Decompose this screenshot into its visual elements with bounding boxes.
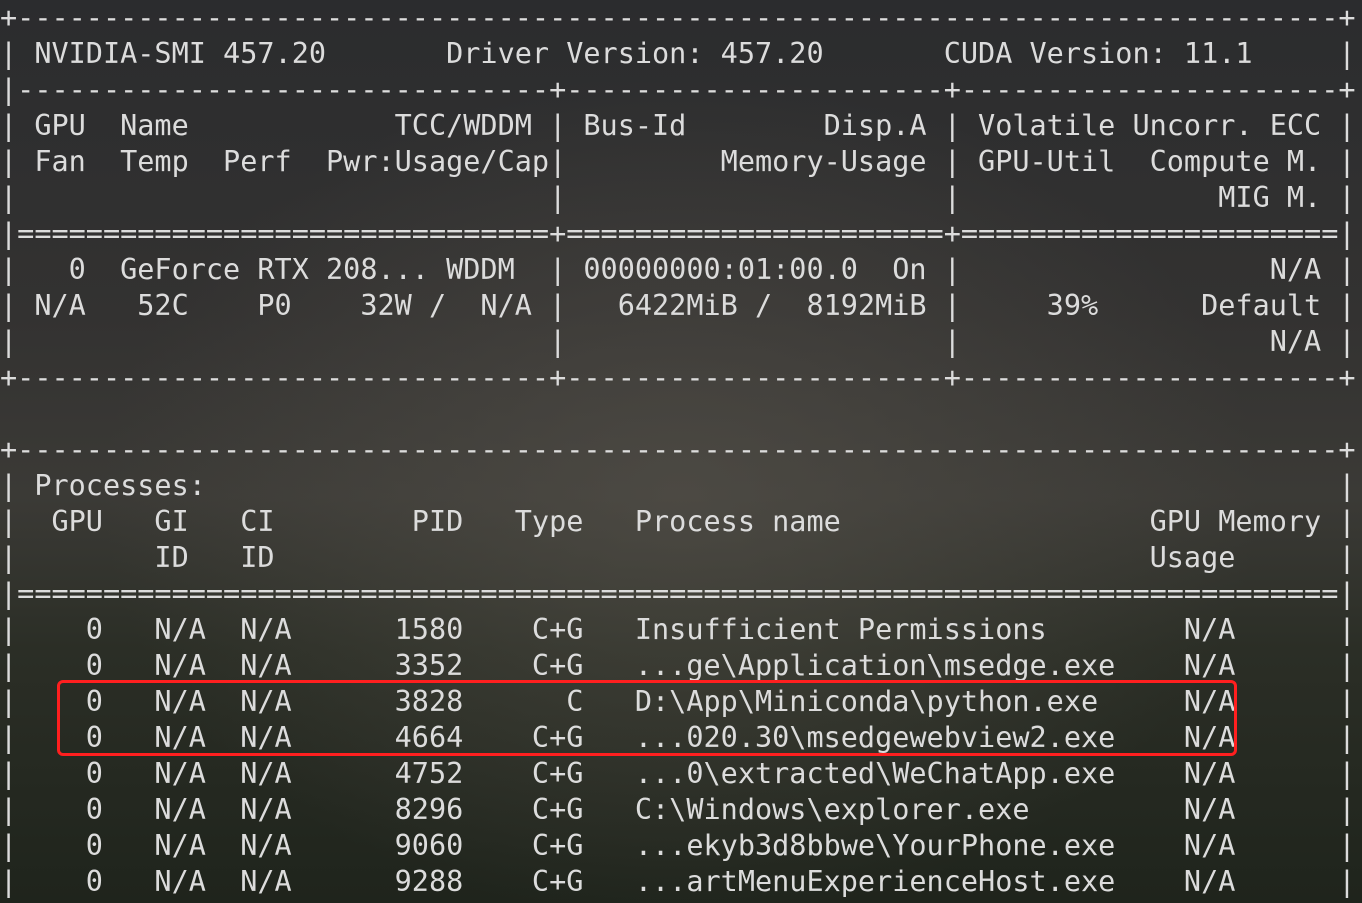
nvidia-smi-output: +---------------------------------------…: [0, 0, 1356, 900]
column-header-1: | GPU Name TCC/WDDM | Bus-Id Disp.A | Vo…: [0, 109, 1356, 142]
gpu-row-3: | | | N/A |: [0, 325, 1356, 358]
terminal-window[interactable]: +---------------------------------------…: [0, 0, 1362, 903]
gpu-row-2: | N/A 52C P0 32W / N/A | 6422MiB / 8192M…: [0, 289, 1356, 322]
process-column-header-1: | GPU GI CI PID Type Process name GPU Me…: [0, 505, 1356, 538]
process-row: | 0 N/A N/A 9288 C+G ...artMenuExperienc…: [0, 865, 1356, 898]
header-versions: | NVIDIA-SMI 457.20 Driver Version: 457.…: [0, 37, 1356, 70]
process-row: | 0 N/A N/A 9060 C+G ...ekyb3d8bbwe\Your…: [0, 829, 1356, 862]
process-column-header-2: | ID ID Usage |: [0, 541, 1356, 574]
border-bottom: +-------------------------------+-------…: [0, 361, 1356, 394]
processes-title: | Processes: |: [0, 469, 1356, 502]
process-row: | 0 N/A N/A 3828 C D:\App\Miniconda\pyth…: [0, 685, 1356, 718]
process-row: | 0 N/A N/A 4664 C+G ...020.30\msedgeweb…: [0, 721, 1356, 754]
gpu-row-1: | 0 GeForce RTX 208... WDDM | 00000000:0…: [0, 253, 1356, 286]
process-row: | 0 N/A N/A 4752 C+G ...0\extracted\WeCh…: [0, 757, 1356, 790]
column-header-3: | | | MIG M. |: [0, 181, 1356, 214]
process-row: | 0 N/A N/A 3352 C+G ...ge\Application\m…: [0, 649, 1356, 682]
process-border-double: |=======================================…: [0, 577, 1356, 610]
process-row: | 0 N/A N/A 8296 C+G C:\Windows\explorer…: [0, 793, 1356, 826]
border-double: |===============================+=======…: [0, 217, 1356, 250]
process-border-top: +---------------------------------------…: [0, 433, 1356, 466]
process-row: | 0 N/A N/A 1580 C+G Insufficient Permis…: [0, 613, 1356, 646]
column-header-2: | Fan Temp Perf Pwr:Usage/Cap| Memory-Us…: [0, 145, 1356, 178]
border-header: |-------------------------------+-------…: [0, 73, 1356, 106]
border-top: +---------------------------------------…: [0, 1, 1356, 34]
